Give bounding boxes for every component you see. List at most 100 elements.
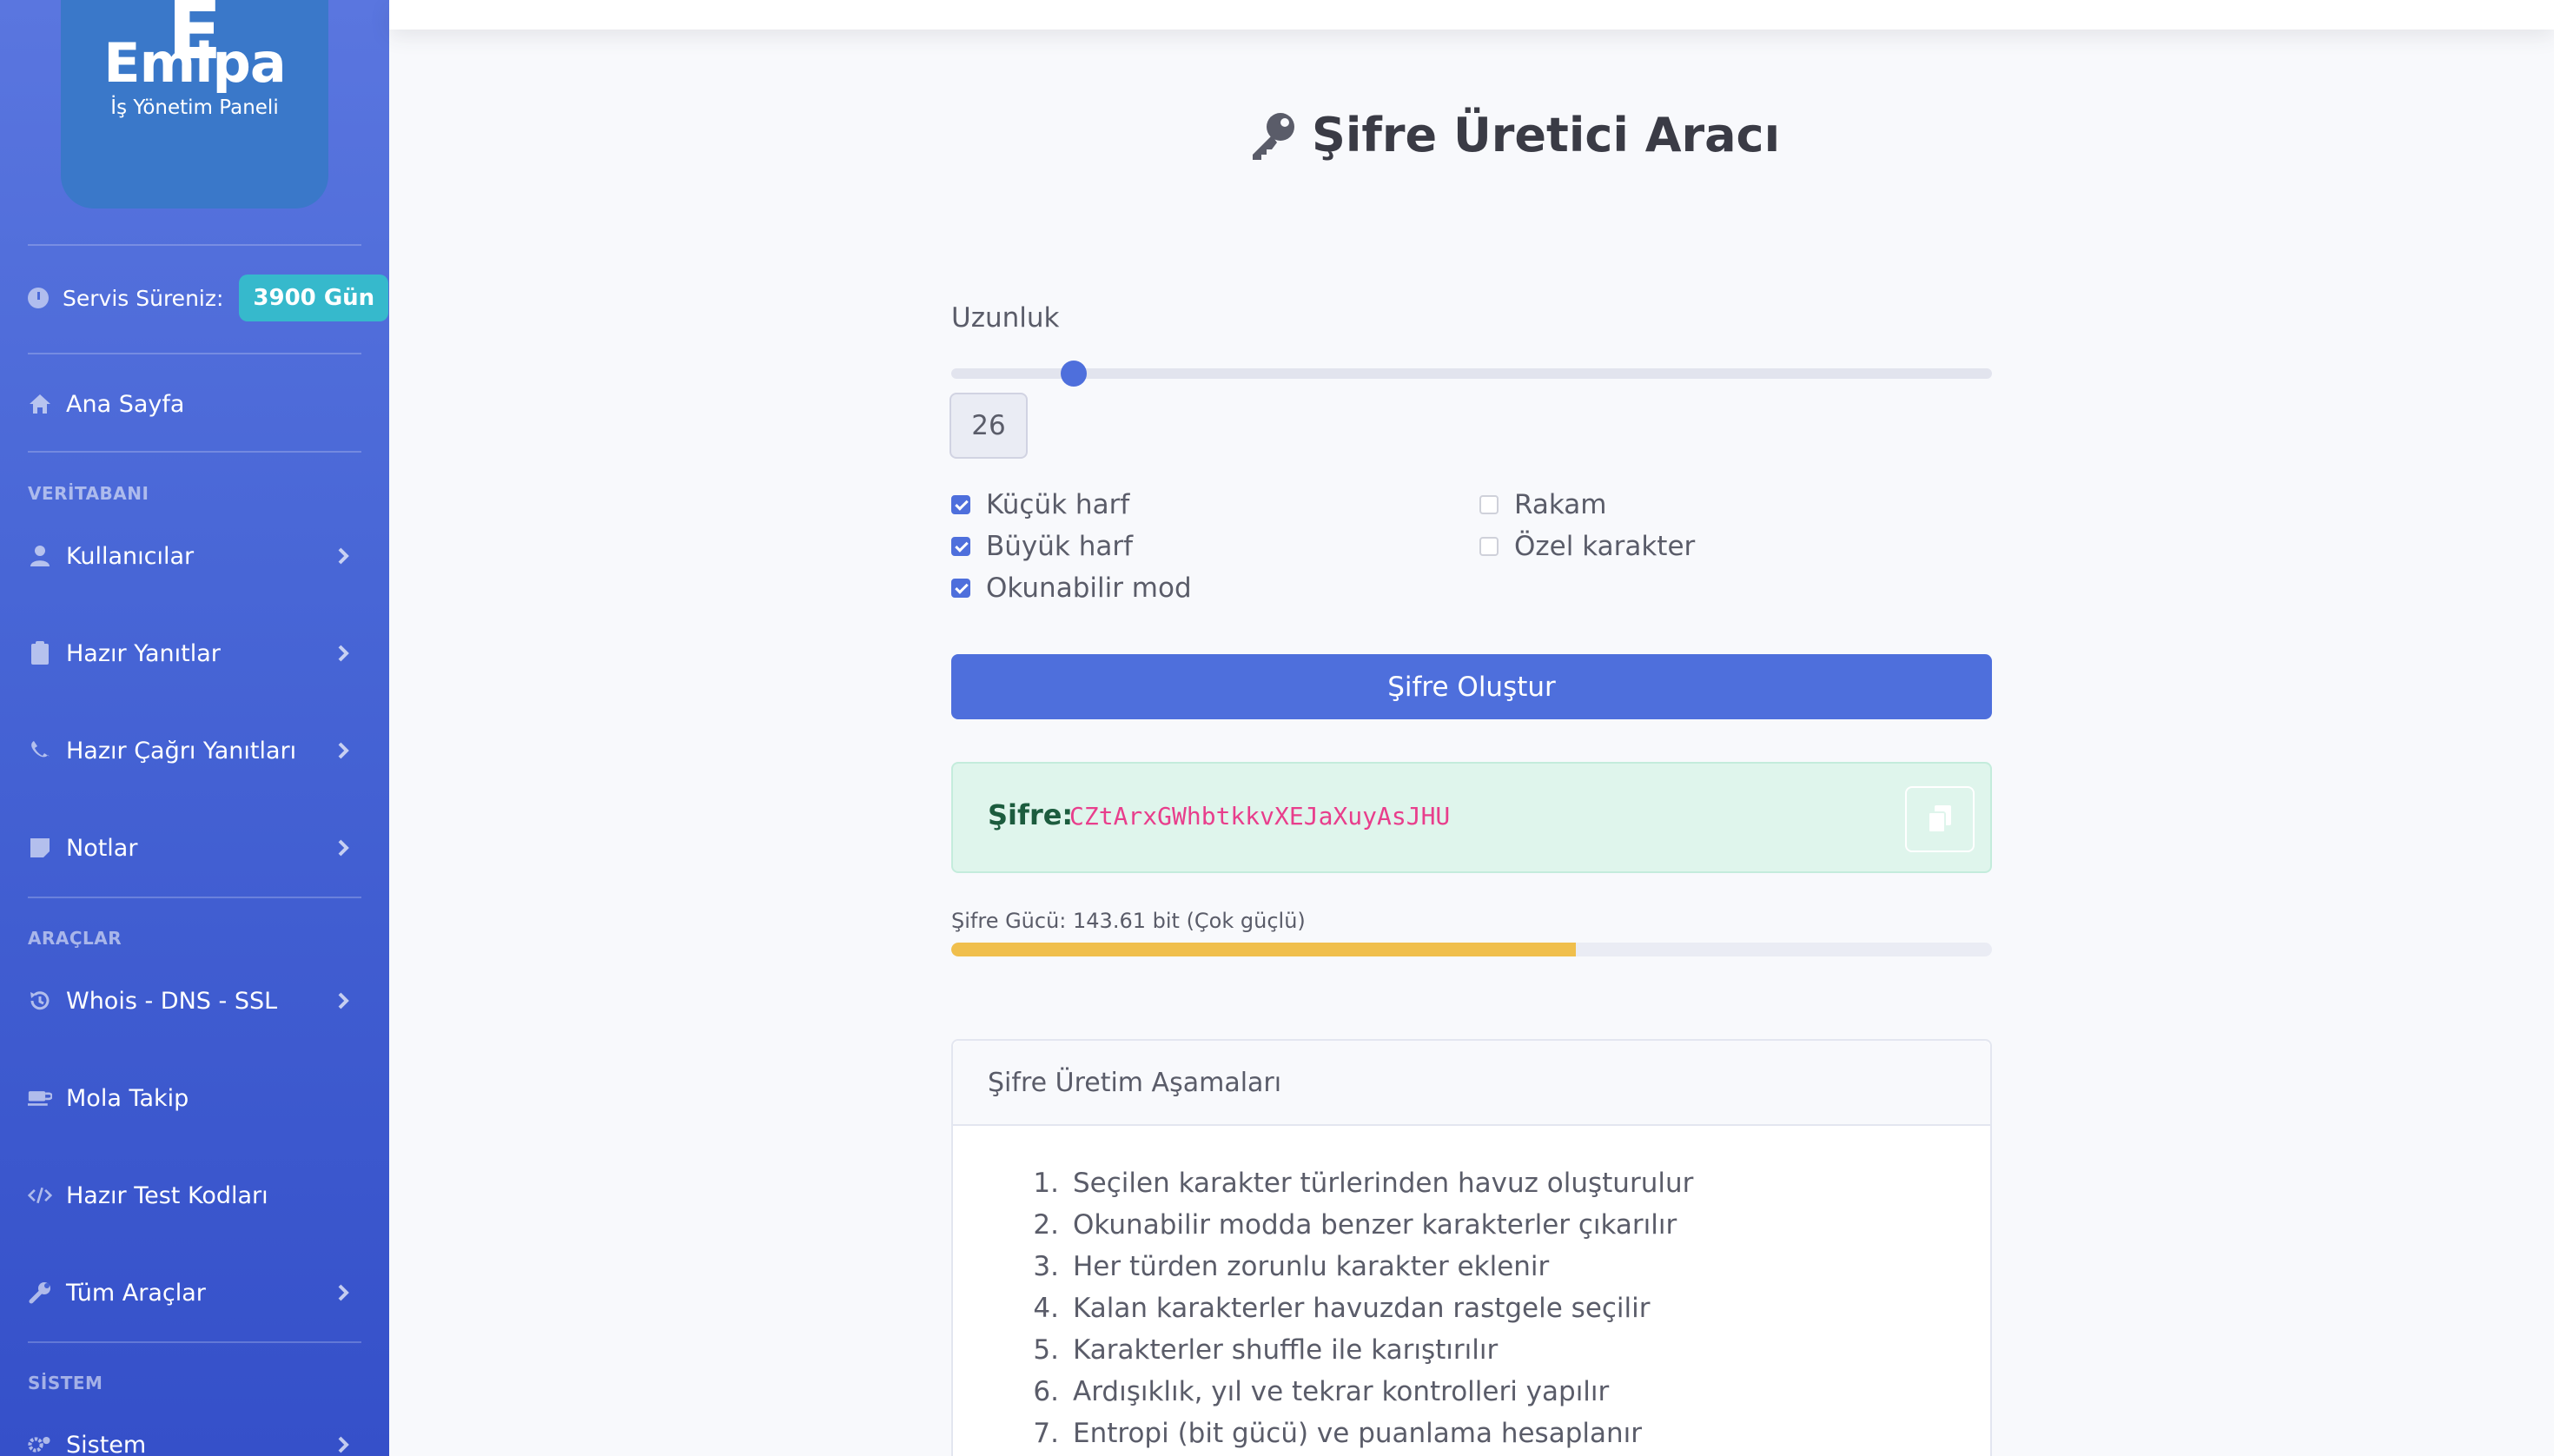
sidebar-item-label: Sistem (66, 1431, 147, 1456)
list-item: 2. Okunabilir modda benzer karakterler çı… (1019, 1204, 1693, 1246)
sidebar-item-label: Notlar (66, 834, 138, 862)
list-item-text: Seçilen karakter türlerinden havuz oluşt… (1073, 1168, 1694, 1199)
copy-icon (1928, 805, 1951, 833)
lowercase-checkbox[interactable]: Küçük harf (951, 489, 1129, 520)
sidebar-divider (28, 1341, 361, 1343)
digits-label: Rakam (1514, 489, 1607, 520)
list-item-number: 3. (1033, 1251, 1059, 1282)
home-icon (28, 392, 52, 416)
list-item-text: Kalan karakterler havuzdan rastgele seçi… (1073, 1293, 1651, 1324)
user-icon (28, 544, 52, 568)
sidebar-divider (28, 353, 361, 354)
sidebar-item-test-codes[interactable]: Hazır Test Kodları (28, 1165, 361, 1226)
special-chars-checkbox[interactable]: Özel karakter (1479, 531, 1695, 562)
checkbox-checked[interactable] (951, 495, 970, 514)
sidebar-item-label: Hazır Yanıtlar (66, 639, 221, 667)
key-icon (1253, 112, 1294, 160)
sidebar-item-all-tools[interactable]: Tüm Araçlar (28, 1262, 361, 1323)
sidebar-item-whois[interactable]: Whois - DNS - SSL (28, 970, 361, 1031)
slider-thumb[interactable] (1061, 361, 1088, 387)
checkbox-unchecked[interactable] (1479, 495, 1499, 514)
list-item: 7. Entropi (bit gücü) ve puanlama hesapla… (1019, 1413, 1693, 1454)
list-item-text: Entropi (bit gücü) ve puanlama hesaplanı… (1073, 1418, 1642, 1449)
strength-label: Şifre Gücü: 143.61 bit (Çok güçlü) (951, 909, 1306, 933)
digits-checkbox[interactable]: Rakam (1479, 489, 1606, 520)
section-label-database: VERİTABANI (28, 483, 149, 504)
sidebar-item-label: Hazır Test Kodları (66, 1181, 268, 1209)
list-item-text: Ardışıklık, yıl ve tekrar kontrolleri ya… (1073, 1376, 1610, 1407)
brand-subtitle: İş Yönetim Paneli (110, 96, 279, 119)
list-item: 3. Her türden zorunlu karakter eklenir (1019, 1246, 1693, 1287)
chevron-right-icon (338, 1436, 349, 1453)
sidebar-item-system[interactable]: Sistem (28, 1414, 361, 1456)
list-item: 5. Karakterler shuffle ile karıştırılır (1019, 1329, 1693, 1371)
service-duration: Servis Süreniz: 3900 Gün (28, 271, 389, 325)
password-result: Şifre: CZtArxGWhbtkkvXEJaXuyAsJHU (951, 762, 1992, 873)
chevron-right-icon (338, 992, 349, 1009)
steps-list: 1. Seçilen karakter türlerinden havuz olu… (1019, 1162, 1693, 1454)
brand-name: Emipa (103, 31, 286, 95)
chevron-right-icon (338, 547, 349, 565)
generate-password-button[interactable]: Şifre Oluştur (951, 654, 1992, 719)
sidebar-item-label: Mola Takip (66, 1084, 189, 1112)
list-item-number: 7. (1033, 1418, 1059, 1449)
list-item: 1. Seçilen karakter türlerinden havuz olu… (1019, 1162, 1693, 1204)
list-item-number: 1. (1033, 1168, 1059, 1199)
checkbox-checked[interactable] (951, 537, 970, 556)
sidebar-divider (28, 897, 361, 898)
topbar (389, 0, 2554, 30)
brand-logo[interactable]: E Emipa İş Yönetim Paneli (61, 0, 328, 208)
list-item-text: Okunabilir modda benzer karakterler çıka… (1073, 1209, 1677, 1241)
steps-card: Şifre Üretim Aşamaları 1. Seçilen karakte… (951, 1039, 1992, 1456)
clipboard-icon (28, 641, 52, 665)
uppercase-checkbox[interactable]: Büyük harf (951, 531, 1133, 562)
sidebar-item-users[interactable]: Kullanıcılar (28, 526, 361, 586)
readable-mode-checkbox[interactable]: Okunabilir mod (951, 572, 1192, 604)
wrench-icon (28, 1281, 52, 1305)
length-value: 26 (949, 393, 1028, 459)
sidebar-item-label: Kullanıcılar (66, 542, 195, 570)
sidebar-item-label: Ana Sayfa (66, 390, 185, 418)
history-icon (28, 989, 52, 1013)
cogs-icon (28, 1433, 52, 1456)
readable-mode-label: Okunabilir mod (986, 572, 1192, 604)
checkbox-checked[interactable] (951, 579, 970, 598)
sidebar-item-label: Tüm Araçlar (66, 1279, 206, 1307)
sidebar: E Emipa İş Yönetim Paneli Servis Süreniz… (0, 0, 389, 1456)
service-label: Servis Süreniz: (63, 285, 224, 311)
checkbox-unchecked[interactable] (1479, 537, 1499, 556)
code-icon (28, 1183, 52, 1208)
uppercase-label: Büyük harf (986, 531, 1134, 562)
sidebar-item-notes[interactable]: Notlar (28, 817, 361, 878)
chevron-right-icon (338, 645, 349, 662)
length-label: Uzunluk (951, 302, 1060, 334)
slider-track (951, 368, 1992, 379)
coffee-icon (28, 1086, 52, 1110)
sidebar-item-label: Whois - DNS - SSL (66, 987, 278, 1015)
chevron-right-icon (338, 742, 349, 759)
sidebar-item-label: Hazır Çağrı Yanıtları (66, 737, 297, 764)
section-label-system: SİSTEM (28, 1373, 103, 1393)
sidebar-item-ready-call-replies[interactable]: Hazır Çağrı Yanıtları (28, 720, 361, 781)
sidebar-item-home[interactable]: Ana Sayfa (28, 374, 361, 434)
sidebar-item-break-tracking[interactable]: Mola Takip (28, 1068, 361, 1128)
list-item-text: Her türden zorunlu karakter eklenir (1073, 1251, 1550, 1282)
section-label-tools: ARAÇLAR (28, 928, 122, 949)
sticky-note-icon (28, 836, 52, 860)
length-slider[interactable] (951, 361, 1992, 387)
password-label: Şifre: (988, 798, 1074, 831)
sidebar-item-ready-replies[interactable]: Hazır Yanıtlar (28, 623, 361, 684)
steps-card-title: Şifre Üretim Aşamaları (953, 1041, 1990, 1126)
chevron-right-icon (338, 839, 349, 857)
clock-icon (28, 288, 49, 308)
sidebar-divider (28, 244, 361, 246)
lowercase-label: Küçük harf (986, 489, 1130, 520)
list-item: 6. Ardışıklık, yıl ve tekrar kontrolleri … (1019, 1371, 1693, 1413)
page-title-text: Şifre Üretici Aracı (1312, 108, 1781, 162)
copy-button[interactable] (1905, 786, 1975, 852)
sidebar-divider (28, 451, 361, 453)
list-item-number: 5. (1033, 1334, 1059, 1366)
list-item-number: 4. (1033, 1293, 1059, 1324)
password-value[interactable]: CZtArxGWhbtkkvXEJaXuyAsJHU (1069, 802, 1450, 831)
phone-icon (28, 738, 52, 763)
